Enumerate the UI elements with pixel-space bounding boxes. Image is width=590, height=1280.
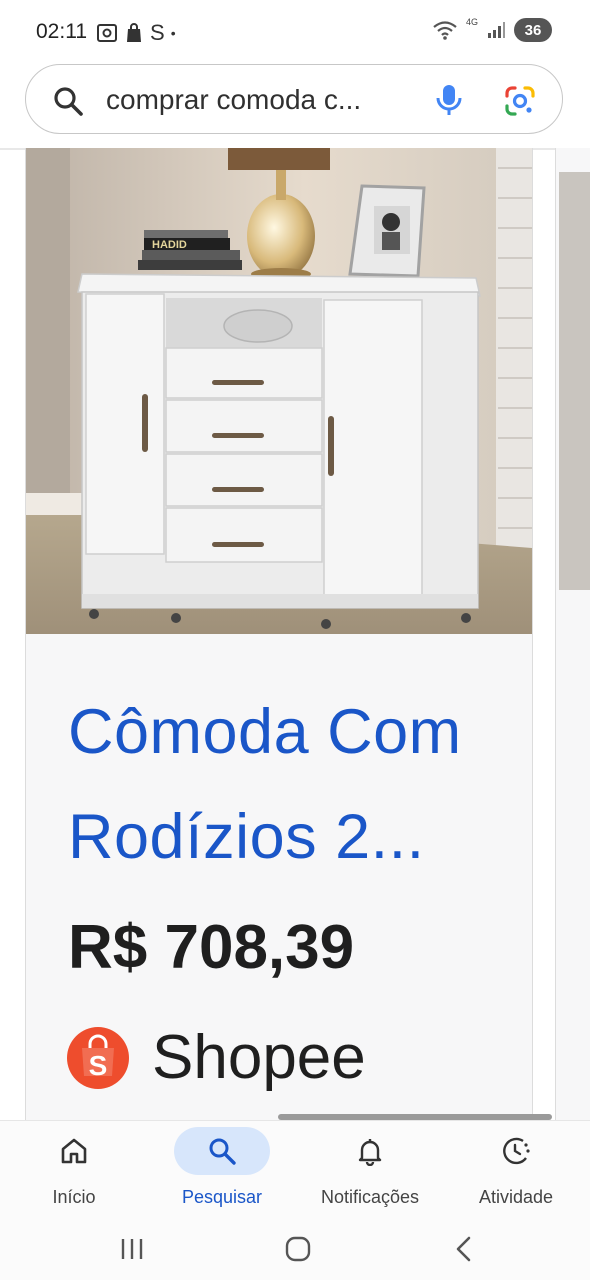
system-navigation-bar — [0, 1216, 590, 1280]
nav-label-notificacoes[interactable]: Notificações — [321, 1187, 419, 1208]
bell-icon[interactable] — [355, 1136, 385, 1166]
product-image[interactable]: HADID — [26, 148, 532, 634]
home-icon[interactable] — [59, 1136, 89, 1166]
nav-item-atividade[interactable]: Atividade — [466, 1121, 566, 1217]
back-chevron-icon[interactable] — [452, 1235, 476, 1263]
battery-indicator: 36 — [514, 18, 552, 42]
status-bar: 02:11 S • 4G 36 — [0, 0, 590, 66]
nav-label-atividade[interactable]: Atividade — [479, 1187, 553, 1208]
status-time: 02:11 — [36, 20, 87, 43]
status-more-dot: • — [170, 25, 176, 41]
back-button[interactable] — [444, 1232, 484, 1266]
product-title-line-1[interactable]: Cômoda Com — [68, 680, 508, 785]
store-row[interactable]: S Shopee — [66, 1022, 366, 1093]
s-notification-letter: S — [150, 20, 165, 45]
nav-item-pesquisar[interactable]: Pesquisar — [174, 1121, 270, 1217]
nav-item-notificacoes[interactable]: Notificações — [306, 1121, 434, 1217]
status-notification-icons: S • — [96, 20, 176, 46]
search-input[interactable]: comprar comoda c... — [106, 84, 361, 116]
google-lens-icon[interactable] — [504, 85, 536, 117]
nav-label-pesquisar[interactable]: Pesquisar — [182, 1187, 262, 1208]
activity-icon[interactable] — [501, 1136, 531, 1166]
home-button[interactable] — [278, 1232, 318, 1266]
product-title-link[interactable]: Cômoda Com Rodízios 2... — [68, 680, 508, 890]
nav-label-inicio[interactable]: Início — [52, 1187, 95, 1208]
bottom-navigation-bar: Início Pesquisar Notificações Atividade — [0, 1120, 590, 1217]
next-product-image[interactable] — [559, 172, 590, 590]
shopping-bag-icon — [127, 23, 141, 42]
shopee-logo-icon: S — [67, 1026, 129, 1089]
nav-item-inicio[interactable]: Início — [26, 1121, 122, 1217]
recent-apps-button[interactable] — [112, 1232, 152, 1266]
book-spine-label: HADID — [152, 239, 187, 251]
search-bar[interactable]: comprar comoda c... — [25, 64, 563, 134]
search-icon[interactable] — [52, 85, 84, 117]
shopee-logo-letter: S — [89, 1050, 108, 1081]
status-system-icons: 4G 36 — [432, 17, 552, 42]
search-icon[interactable] — [207, 1136, 237, 1166]
next-product-card-peek[interactable] — [555, 148, 590, 1120]
store-name[interactable]: Shopee — [152, 1022, 366, 1093]
wifi-icon — [433, 21, 457, 40]
home-circle-icon[interactable] — [284, 1235, 312, 1263]
search-results-carousel[interactable]: HADID Cômoda Com Rodízios 2... R$ 708,39… — [0, 148, 590, 1120]
product-price: R$ 708,39 — [68, 913, 355, 982]
signal-icon — [488, 22, 505, 38]
recent-apps-icon[interactable] — [118, 1237, 146, 1261]
screenshot-icon — [97, 24, 117, 42]
product-result-card[interactable]: HADID Cômoda Com Rodízios 2... R$ 708,39… — [25, 148, 533, 1120]
product-title-line-2[interactable]: Rodízios 2... — [68, 785, 508, 890]
microphone-icon[interactable] — [434, 83, 464, 117]
network-type-label: 4G — [465, 17, 478, 27]
